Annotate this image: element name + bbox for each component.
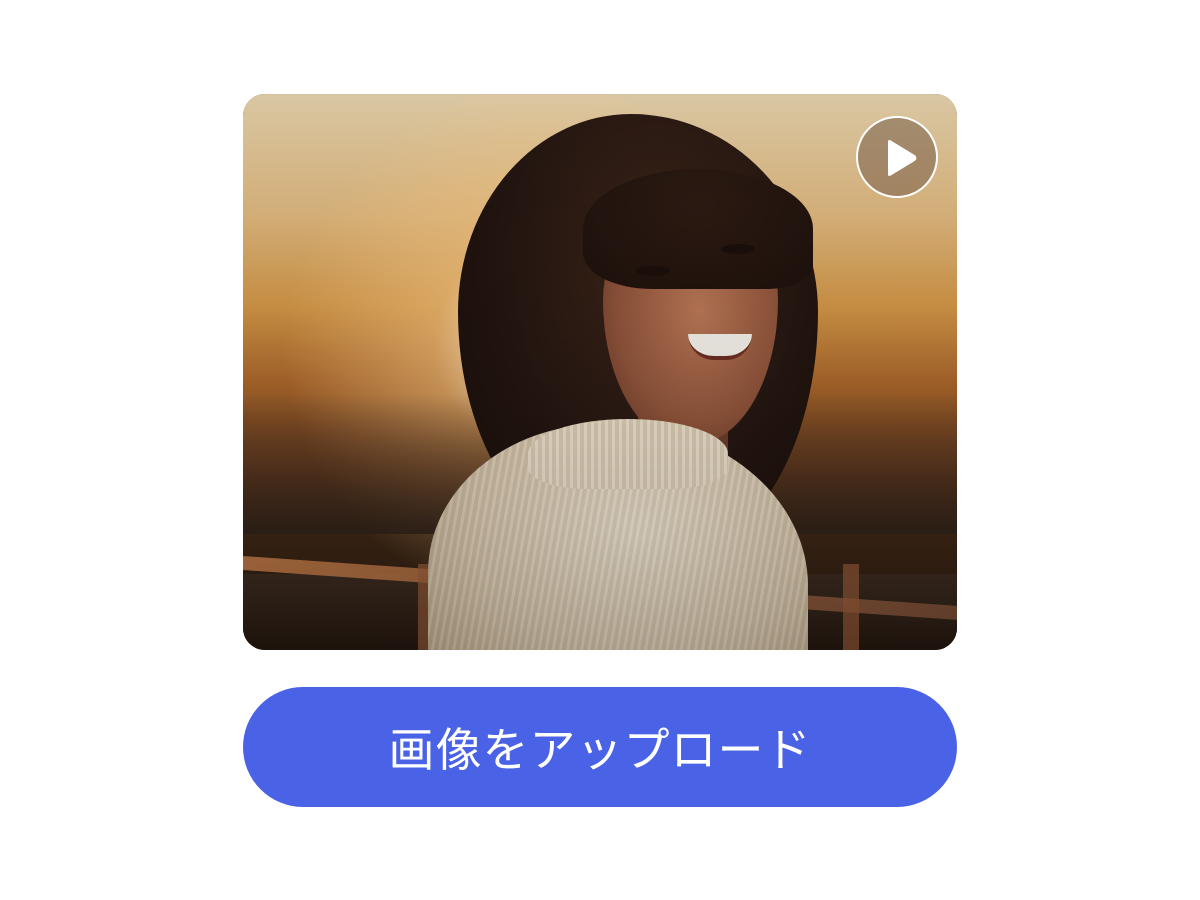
upload-image-button[interactable]: 画像をアップロード bbox=[243, 687, 957, 807]
upload-screen: 画像をアップロード bbox=[0, 0, 1200, 900]
play-button[interactable] bbox=[856, 116, 938, 198]
play-icon bbox=[888, 140, 917, 176]
preview-image bbox=[243, 94, 957, 650]
